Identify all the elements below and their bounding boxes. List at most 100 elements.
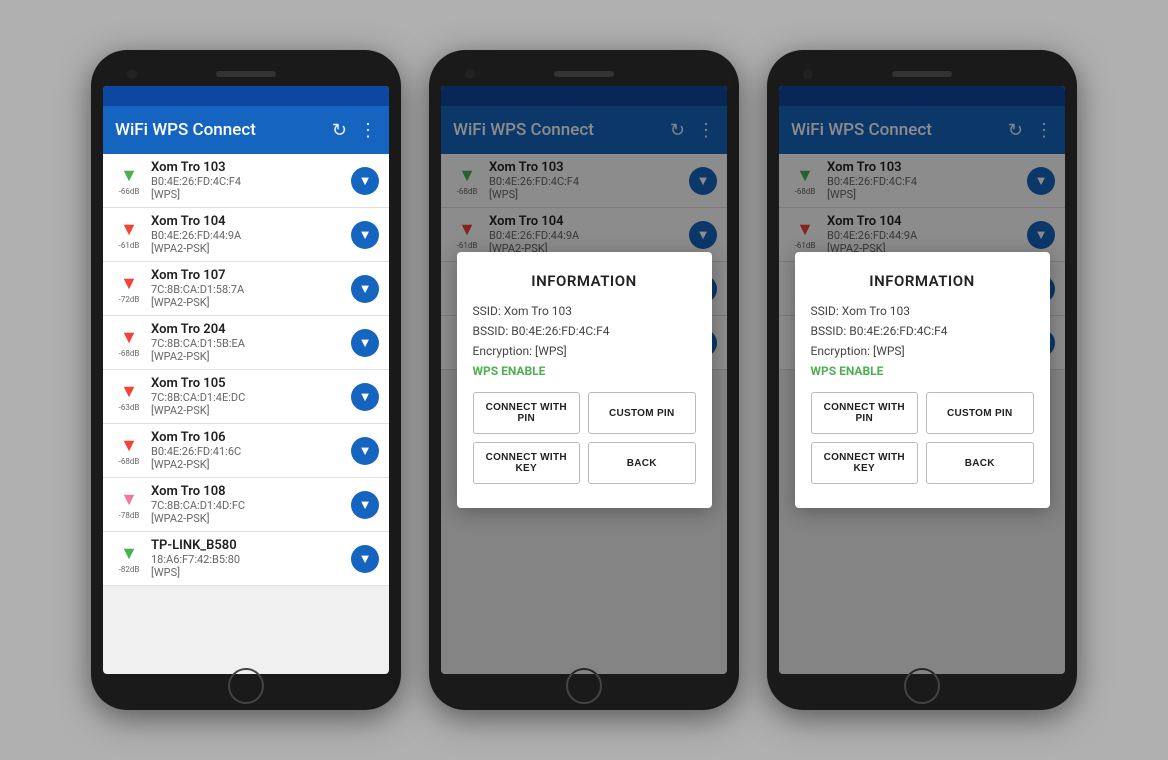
ssid-label: SSID: Xom Tro 103	[473, 304, 573, 318]
wifi-expand-button[interactable]: ▼	[351, 329, 379, 357]
phone-screen: WiFi WPS Connect ↻ ⋮ ▼ -66dB Xom Tro 103…	[103, 86, 389, 674]
wifi-security: [WPS]	[151, 188, 345, 201]
signal-db: -61dB	[119, 241, 140, 250]
connect-with-pin-button[interactable]: CONNECT WITH PIN	[811, 392, 919, 434]
wifi-expand-button[interactable]: ▼	[351, 491, 379, 519]
phone-speaker	[216, 71, 276, 77]
wifi-signal: ▼ -82dB	[113, 543, 145, 574]
encryption-label: Encryption: [WPS]	[811, 344, 905, 358]
wifi-security: [WPA2-PSK]	[151, 512, 345, 525]
wifi-security: [WPA2-PSK]	[151, 458, 345, 471]
wifi-item[interactable]: ▼ -68dB Xom Tro 106 B0:4E:26:FD:41:6C [W…	[103, 424, 389, 478]
signal-icon: ▼	[120, 381, 138, 402]
wifi-signal: ▼ -66dB	[113, 165, 145, 196]
signal-icon: ▼	[120, 327, 138, 348]
dialog-overlay: INFORMATION SSID: Xom Tro 103 BSSID: B0:…	[779, 86, 1065, 674]
wifi-name: Xom Tro 103	[151, 160, 345, 175]
wifi-expand-button[interactable]: ▼	[351, 437, 379, 465]
status-bar	[103, 86, 389, 106]
phone-screen: WiFi WPS Connect ↻ ⋮ ▼ -68dB Xom Tro 103…	[779, 86, 1065, 674]
signal-icon: ▼	[120, 543, 138, 564]
encryption-row: Encryption: [WPS]	[811, 344, 1034, 358]
wifi-mac: 7C:8B:CA:D1:5B:EA	[151, 337, 345, 350]
signal-db: -72dB	[119, 295, 140, 304]
ssid-row: SSID: Xom Tro 103	[473, 304, 696, 318]
custom-pin-button[interactable]: CUSTOM PIN	[926, 392, 1034, 434]
dialog-title: INFORMATION	[811, 272, 1034, 290]
signal-db: -78dB	[119, 511, 140, 520]
info-dialog: INFORMATION SSID: Xom Tro 103 BSSID: B0:…	[795, 252, 1050, 508]
bssid-label: BSSID: B0:4E:26:FD:4C:F4	[811, 324, 948, 338]
signal-icon: ▼	[120, 165, 138, 186]
wifi-item[interactable]: ▼ -61dB Xom Tro 104 B0:4E:26:FD:44:9A [W…	[103, 208, 389, 262]
wifi-mac: 7C:8B:CA:D1:4D:FC	[151, 499, 345, 512]
wifi-signal: ▼ -78dB	[113, 489, 145, 520]
wifi-security: [WPA2-PSK]	[151, 296, 345, 309]
signal-icon: ▼	[120, 435, 138, 456]
wifi-info: Xom Tro 204 7C:8B:CA:D1:5B:EA [WPA2-PSK]	[145, 322, 351, 363]
wifi-item[interactable]: ▼ -68dB Xom Tro 204 7C:8B:CA:D1:5B:EA [W…	[103, 316, 389, 370]
phone-phone2: WiFi WPS Connect ↻ ⋮ ▼ -68dB Xom Tro 103…	[429, 50, 739, 710]
wifi-security: [WPA2-PSK]	[151, 404, 345, 417]
wifi-expand-button[interactable]: ▼	[351, 167, 379, 195]
back-button[interactable]: BACK	[926, 442, 1034, 484]
wifi-item[interactable]: ▼ -72dB Xom Tro 107 7C:8B:CA:D1:58:7A [W…	[103, 262, 389, 316]
refresh-icon[interactable]: ↻	[332, 120, 347, 141]
phone-top-bar	[441, 62, 727, 86]
wifi-item[interactable]: ▼ -78dB Xom Tro 108 7C:8B:CA:D1:4D:FC [W…	[103, 478, 389, 532]
wifi-info: Xom Tro 104 B0:4E:26:FD:44:9A [WPA2-PSK]	[145, 214, 351, 255]
phones-container: WiFi WPS Connect ↻ ⋮ ▼ -66dB Xom Tro 103…	[71, 30, 1097, 730]
wifi-expand-button[interactable]: ▼	[351, 275, 379, 303]
phone-phone1: WiFi WPS Connect ↻ ⋮ ▼ -66dB Xom Tro 103…	[91, 50, 401, 710]
info-dialog: INFORMATION SSID: Xom Tro 103 BSSID: B0:…	[457, 252, 712, 508]
phone-home-button[interactable]	[228, 668, 264, 704]
phone-top-bar	[103, 62, 389, 86]
wifi-name: Xom Tro 108	[151, 484, 345, 499]
phone-top-bar	[779, 62, 1065, 86]
custom-pin-button[interactable]: CUSTOM PIN	[588, 392, 696, 434]
dialog-buttons-row1: CONNECT WITH PIN CUSTOM PIN	[473, 392, 696, 434]
phone-speaker	[554, 71, 614, 77]
dialog-buttons-row1: CONNECT WITH PIN CUSTOM PIN	[811, 392, 1034, 434]
encryption-label: Encryption: [WPS]	[473, 344, 567, 358]
wifi-mac: B0:4E:26:FD:41:6C	[151, 445, 345, 458]
wifi-info: Xom Tro 108 7C:8B:CA:D1:4D:FC [WPA2-PSK]	[145, 484, 351, 525]
signal-icon: ▼	[120, 273, 138, 294]
signal-icon: ▼	[120, 489, 138, 510]
wifi-mac: B0:4E:26:FD:44:9A	[151, 229, 345, 242]
connect-with-pin-button[interactable]: CONNECT WITH PIN	[473, 392, 581, 434]
wifi-mac: 18:A6:F7:42:B5:80	[151, 553, 345, 566]
wifi-mac: B0:4E:26:FD:4C:F4	[151, 175, 345, 188]
wps-enable-label: WPS ENABLE	[473, 364, 696, 378]
phone-camera	[127, 69, 137, 79]
phone-camera	[803, 69, 813, 79]
wifi-item[interactable]: ▼ -63dB Xom Tro 105 7C:8B:CA:D1:4E:DC [W…	[103, 370, 389, 424]
ssid-row: SSID: Xom Tro 103	[811, 304, 1034, 318]
wifi-item[interactable]: ▼ -66dB Xom Tro 103 B0:4E:26:FD:4C:F4 [W…	[103, 154, 389, 208]
wifi-signal: ▼ -72dB	[113, 273, 145, 304]
connect-with-key-button[interactable]: CONNECT WITH KEY	[473, 442, 581, 484]
encryption-row: Encryption: [WPS]	[473, 344, 696, 358]
signal-db: -68dB	[119, 457, 140, 466]
dialog-buttons-row2: CONNECT WITH KEY BACK	[811, 442, 1034, 484]
wifi-security: [WPS]	[151, 566, 345, 579]
wifi-info: Xom Tro 105 7C:8B:CA:D1:4E:DC [WPA2-PSK]	[145, 376, 351, 417]
bssid-label: BSSID: B0:4E:26:FD:4C:F4	[473, 324, 610, 338]
wifi-security: [WPA2-PSK]	[151, 242, 345, 255]
connect-with-key-button[interactable]: CONNECT WITH KEY	[811, 442, 919, 484]
wifi-name: Xom Tro 104	[151, 214, 345, 229]
back-button[interactable]: BACK	[588, 442, 696, 484]
phone-bottom-bar	[779, 674, 1065, 698]
wifi-expand-button[interactable]: ▼	[351, 221, 379, 249]
wifi-mac: 7C:8B:CA:D1:4E:DC	[151, 391, 345, 404]
phone-bottom-bar	[103, 674, 389, 698]
wifi-signal: ▼ -63dB	[113, 381, 145, 412]
more-icon[interactable]: ⋮	[359, 120, 377, 141]
wifi-expand-button[interactable]: ▼	[351, 545, 379, 573]
wifi-name: Xom Tro 106	[151, 430, 345, 445]
app-title: WiFi WPS Connect	[115, 120, 332, 140]
wifi-item[interactable]: ▼ -82dB TP-LINK_B580 18:A6:F7:42:B5:80 […	[103, 532, 389, 586]
header-icons: ↻ ⋮	[332, 120, 377, 141]
wifi-expand-button[interactable]: ▼	[351, 383, 379, 411]
wifi-list: ▼ -66dB Xom Tro 103 B0:4E:26:FD:4C:F4 [W…	[103, 154, 389, 586]
